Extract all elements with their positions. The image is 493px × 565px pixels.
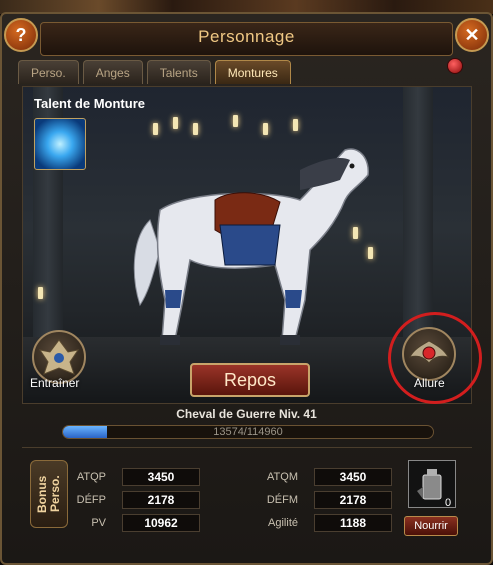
lightning-orb-icon[interactable] [34,118,86,170]
stat-name-defp: DÉFP [76,494,106,506]
feed-item-count: 0 [445,497,452,509]
highlight-circle [388,312,482,404]
rest-button[interactable]: Repos [190,363,310,397]
train-label: Entraîner [30,376,80,390]
tab-anges[interactable]: Anges [82,60,143,84]
stat-value-agility: 1188 [314,514,392,532]
stat-name-atqm: ATQM [267,471,298,483]
mount-name: Cheval de Guerre Niv. 41 [176,407,317,421]
warhorse-image [133,148,369,345]
stat-value-pv: 10962 [122,514,200,532]
stat-name-defm: DÉFM [266,494,298,506]
stat-name-agility: Agilité [268,517,298,529]
close-icon: ✕ [464,24,480,45]
candle [38,287,43,299]
pillar [403,87,433,347]
stat-name-pv: PV [91,517,106,529]
stat-name-atqp: ATQP [76,471,106,483]
xp-text: 13574/114960 [213,426,283,438]
eagle-crest-icon [38,339,80,375]
talent-label: Talent de Monture [34,96,145,111]
help-button[interactable]: ? [4,18,38,52]
xp-bar: 13574/114960 [62,425,434,439]
close-button[interactable]: ✕ [455,18,489,52]
candle [233,115,238,127]
candle [173,117,178,129]
window-title: Personnage [198,27,295,46]
question-icon: ? [15,24,27,45]
stat-value-defm: 2178 [314,491,392,509]
feed-button[interactable]: Nourrir [404,516,458,536]
stat-value-atqm: 3450 [314,468,392,486]
tab-bar: Perso. Anges Talents Montures [18,60,291,84]
tab-montures[interactable]: Montures [214,60,291,84]
stat-value-defp: 2178 [122,491,200,509]
stat-value-atqp: 3450 [122,468,200,486]
tab-talents[interactable]: Talents [146,60,211,84]
tab-perso[interactable]: Perso. [18,60,79,84]
ruby-icon[interactable] [447,58,463,74]
